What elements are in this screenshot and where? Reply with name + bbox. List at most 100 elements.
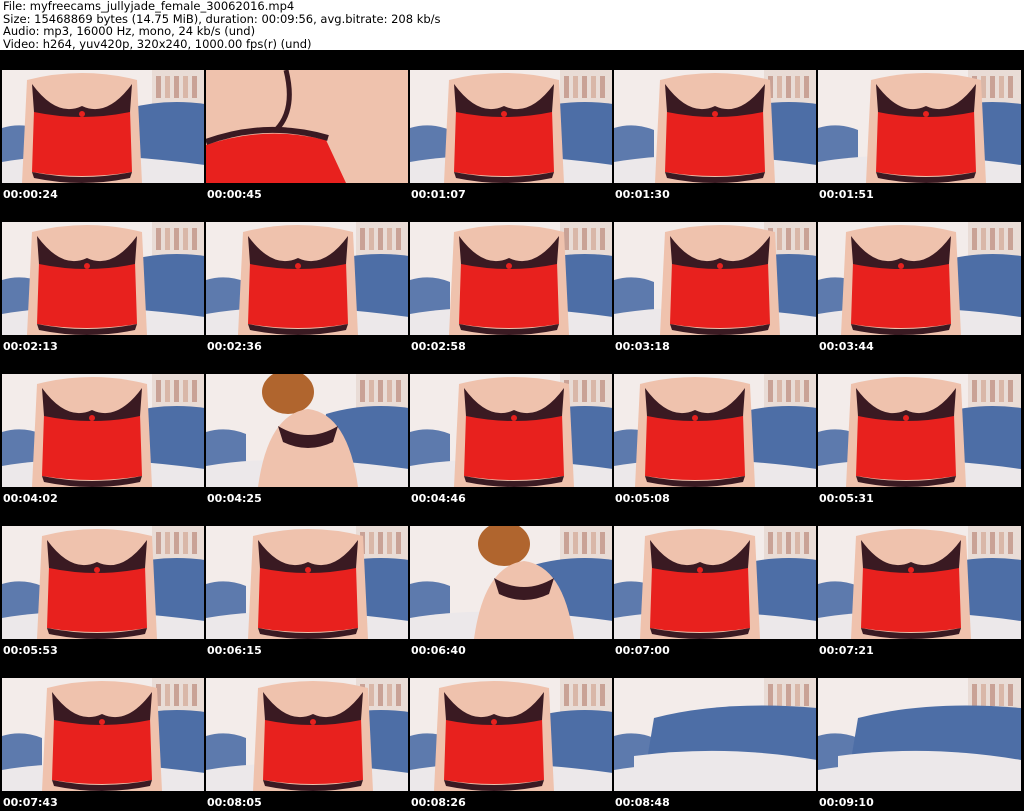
- thumbnail-image: [818, 70, 1021, 183]
- thumbnail-frame: [818, 222, 1021, 335]
- thumbnail-cell: 00:02:13: [0, 202, 205, 354]
- bow: [295, 263, 301, 269]
- thumbnail-image: [818, 526, 1021, 639]
- red-top: [861, 566, 961, 632]
- thumbnail-row: 00:04:02 00:04:25 00:04:46 00:05:08 00:05:31: [0, 354, 1024, 506]
- thumbnail-timestamp: 00:02:13: [3, 340, 58, 353]
- red-top: [258, 566, 358, 632]
- thumbnail-image: [2, 526, 205, 639]
- thumbnail-image: [818, 374, 1021, 487]
- red-top: [650, 566, 750, 632]
- garment: [206, 133, 346, 183]
- thumbnail-image: [2, 678, 205, 791]
- thumbnail-timestamp: 00:02:36: [207, 340, 262, 353]
- thumbnail-frame: [614, 678, 817, 791]
- thumbnail-cell: 00:08:48: [612, 658, 817, 810]
- thumbnail-image: [818, 678, 1021, 791]
- thumbnail-frame: [818, 70, 1021, 183]
- thumbnail-timestamp: 00:08:05: [207, 796, 262, 809]
- thumbnail-cell: 00:02:36: [204, 202, 409, 354]
- bow: [923, 111, 929, 117]
- thumbnail-timestamp: 00:04:46: [411, 492, 466, 505]
- thumbnail-cell: 00:05:31: [816, 354, 1021, 506]
- red-top: [248, 262, 348, 328]
- audio-info-line: Audio: mp3, 16000 Hz, mono, 24 kb/s (und…: [3, 24, 256, 38]
- thumbnail-timestamp: 00:03:44: [819, 340, 874, 353]
- thumbnail-cell: 00:08:05: [204, 658, 409, 810]
- thumbnail-image: [2, 374, 205, 487]
- red-top: [52, 718, 152, 784]
- thumbnail-cell: 00:08:26: [408, 658, 613, 810]
- thumbnail-image: [818, 222, 1021, 335]
- red-top: [876, 110, 976, 176]
- thumbnail-frame: [614, 374, 817, 487]
- thumbnail-frame: [206, 374, 409, 487]
- bow: [697, 567, 703, 573]
- thumbnail-timestamp: 00:01:51: [819, 188, 874, 201]
- thumbnail-timestamp: 00:05:31: [819, 492, 874, 505]
- thumbnail-cell: 00:03:44: [816, 202, 1021, 354]
- thumbnail-timestamp: 00:00:45: [207, 188, 262, 201]
- thumbnail-frame: [2, 374, 205, 487]
- bow: [305, 567, 311, 573]
- bow: [94, 567, 100, 573]
- bow: [908, 567, 914, 573]
- thumbnail-image: [410, 374, 613, 487]
- red-top: [37, 262, 137, 328]
- thumbnail-row: 00:00:24 00:00:45 00:01:07 00:01:30 00:01:51: [0, 50, 1024, 202]
- bow: [903, 415, 909, 421]
- red-top: [47, 566, 147, 632]
- thumbnail-frame: [410, 222, 613, 335]
- bow: [491, 719, 497, 725]
- thumbnail-frame: [410, 526, 613, 639]
- thumbnail-frame: [818, 678, 1021, 791]
- thumbnail-image: [2, 222, 205, 335]
- thumbnail-image: [410, 678, 613, 791]
- bow: [89, 415, 95, 421]
- thumbnail-cell: 00:05:53: [0, 506, 205, 658]
- bow: [79, 111, 85, 117]
- red-top: [670, 262, 770, 328]
- bow: [99, 719, 105, 725]
- thumbnail-frame: [206, 526, 409, 639]
- thumbnail-timestamp: 00:03:18: [615, 340, 670, 353]
- thumbnail-frame: [818, 526, 1021, 639]
- file-name-line: File: myfreecams_jullyjade_female_300620…: [3, 0, 295, 13]
- thumbnail-frame: [206, 70, 409, 183]
- thumbnail-image: [614, 526, 817, 639]
- thumbnail-image: [206, 678, 409, 791]
- bow: [84, 263, 90, 269]
- thumbnail-frame: [818, 374, 1021, 487]
- bow: [717, 263, 723, 269]
- thumbnail-image: [614, 678, 817, 791]
- thumbnail-cell: 00:03:18: [612, 202, 817, 354]
- red-top: [464, 414, 564, 480]
- thumbnail-cell: 00:06:40: [408, 506, 613, 658]
- red-top: [454, 110, 554, 176]
- red-top: [856, 414, 956, 480]
- thumbnail-cell: 00:05:08: [612, 354, 817, 506]
- bow: [511, 415, 517, 421]
- thumbnail-timestamp: 00:01:07: [411, 188, 466, 201]
- thumbnail-cell: 00:01:30: [612, 50, 817, 202]
- thumbnail-cell: 00:00:24: [0, 50, 205, 202]
- file-info-header: File: myfreecams_jullyjade_female_300620…: [3, 0, 1021, 50]
- thumbnail-timestamp: 00:04:25: [207, 492, 262, 505]
- thumbnail-row: 00:02:13 00:02:36 00:02:58 00:03:18 00:03:44: [0, 202, 1024, 354]
- thumbnail-frame: [410, 374, 613, 487]
- thumbnail-cell: 00:04:02: [0, 354, 205, 506]
- thumbnail-frame: [614, 222, 817, 335]
- thumbnail-image: [206, 70, 409, 183]
- thumbnail-timestamp: 00:04:02: [3, 492, 58, 505]
- thumbnail-frame: [410, 678, 613, 791]
- thumbnail-timestamp: 00:09:10: [819, 796, 874, 809]
- thumbnail-timestamp: 00:00:24: [3, 188, 58, 201]
- thumbnail-image: [410, 222, 613, 335]
- thumbnail-image: [614, 222, 817, 335]
- thumbnail-image: [2, 70, 205, 183]
- thumbnail-cell: 00:04:25: [204, 354, 409, 506]
- red-top: [263, 718, 363, 784]
- thumbnail-cell: 00:01:51: [816, 50, 1021, 202]
- thumbnail-cell: 00:06:15: [204, 506, 409, 658]
- thumbnail-cell: 00:02:58: [408, 202, 613, 354]
